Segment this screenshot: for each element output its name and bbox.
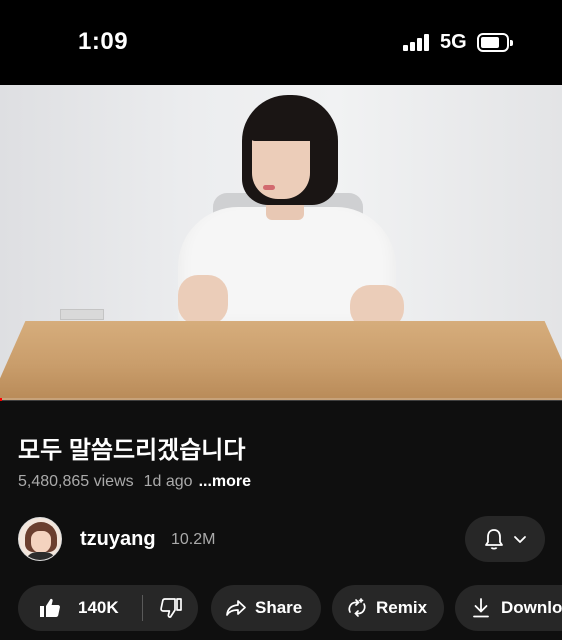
share-button[interactable]: Share bbox=[211, 585, 321, 631]
video-progress-fill bbox=[0, 398, 3, 401]
signal-icon bbox=[403, 34, 431, 51]
network-label: 5G bbox=[440, 31, 467, 53]
status-time: 1:09 bbox=[78, 28, 129, 55]
status-bar: 1:09 5G bbox=[0, 0, 562, 85]
remix-icon bbox=[348, 598, 366, 617]
notification-bell-button[interactable] bbox=[465, 516, 545, 562]
thumbs-up-icon bbox=[40, 598, 60, 617]
thumbs-down-icon bbox=[159, 598, 182, 618]
upload-age: 1d ago bbox=[143, 473, 193, 490]
download-icon bbox=[473, 598, 489, 618]
like-count: 140K bbox=[78, 598, 119, 617]
remix-label: Remix bbox=[376, 598, 428, 617]
battery-icon bbox=[477, 33, 513, 52]
action-bar: 140K Share Remix Downlo bbox=[18, 585, 562, 631]
video-progress-bar[interactable] bbox=[0, 398, 562, 401]
share-label: Share bbox=[255, 598, 303, 617]
video-title[interactable]: 모두 말씀드리겠습니다 bbox=[18, 430, 245, 465]
channel-name[interactable]: tzuyang bbox=[80, 528, 156, 551]
share-icon bbox=[226, 600, 246, 616]
like-dislike-group: 140K bbox=[18, 585, 198, 631]
dislike-button[interactable] bbox=[143, 596, 198, 620]
chevron-down-icon bbox=[514, 536, 526, 543]
more-link[interactable]: ...more bbox=[199, 473, 251, 490]
subscriber-count: 10.2M bbox=[171, 531, 216, 548]
bell-icon bbox=[485, 529, 503, 550]
video-player[interactable] bbox=[0, 85, 562, 400]
like-button[interactable]: 140K bbox=[18, 596, 142, 620]
video-meta[interactable]: 5,480,865 views 1d ago ...more bbox=[18, 473, 251, 491]
view-count: 5,480,865 views bbox=[18, 473, 134, 490]
remix-button[interactable]: Remix bbox=[332, 585, 444, 631]
channel-avatar[interactable] bbox=[18, 517, 62, 561]
download-button[interactable]: Download bbox=[455, 585, 562, 631]
download-label: Download bbox=[501, 598, 562, 617]
